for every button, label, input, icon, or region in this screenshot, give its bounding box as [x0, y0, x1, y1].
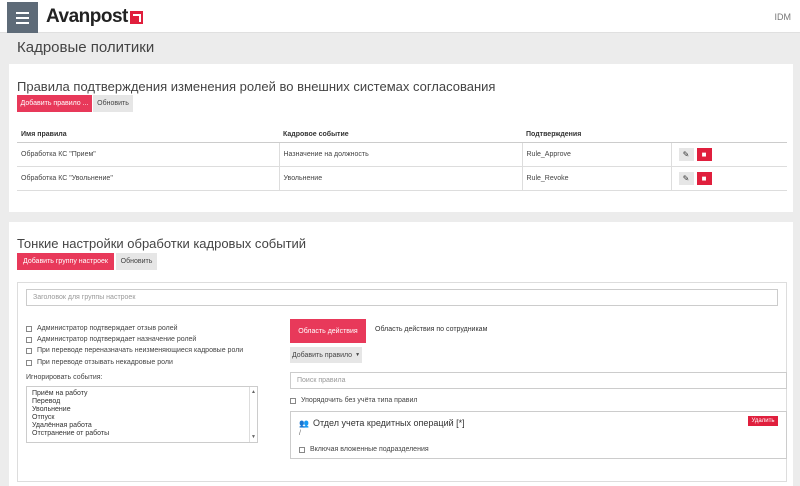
checkbox-icon[interactable] [26, 347, 32, 354]
scroll-down-icon[interactable]: ▼ [251, 433, 256, 441]
column-header-rule-name: Имя правила [17, 128, 279, 143]
checkbox-sort-without-rule-type[interactable]: Упорядочить без учёта типа правил [290, 397, 417, 404]
logo[interactable]: Avanpost [46, 6, 143, 28]
add-rule-dropdown[interactable]: Добавить правило ▼ [290, 347, 362, 363]
fine-settings-title: Тонкие настройки обработки кадровых собы… [17, 236, 307, 251]
approval-rules-card: Правила подтверждения изменения ролей во… [9, 64, 793, 212]
group-title-input[interactable]: Заголовок для группы настроек [26, 289, 778, 306]
checkbox-reassign-unchanged-roles[interactable]: При переводе переназначать неизменяющиес… [26, 347, 243, 354]
list-item[interactable]: Приём на работу [32, 390, 252, 398]
rule-name-cell: Обработка КС "Прием" [17, 142, 279, 167]
approval-cell: Rule_Revoke [521, 166, 671, 191]
menu-icon[interactable] [7, 2, 38, 33]
table-row: Обработка КС "Прием" Назначение на должн… [17, 142, 787, 167]
checkbox-label: Включая вложенные подразделения [310, 446, 429, 453]
delete-trash-icon[interactable]: ■ [696, 147, 712, 161]
list-item[interactable]: Увольнение [32, 406, 252, 414]
delete-trash-icon[interactable]: ■ [696, 171, 712, 185]
edit-pencil-icon[interactable]: ✎ [678, 171, 694, 185]
add-settings-group-button[interactable]: Добавить группу настроек [17, 253, 114, 270]
users-icon: 👥 [299, 418, 309, 428]
ignore-events-label: Игнорировать события: [26, 374, 103, 381]
department-name: Отдел учета кредитных операций [*] [312, 418, 465, 428]
rule-search-input[interactable]: Поиск правила [290, 372, 787, 389]
department-path: / [299, 430, 301, 437]
list-item[interactable]: Перевод [32, 398, 252, 406]
checkbox-include-nested-units[interactable]: Включая вложенные подразделения [299, 446, 429, 453]
checkbox-icon[interactable] [26, 336, 32, 343]
remove-department-button[interactable]: Удалить [748, 416, 778, 426]
app-name[interactable]: IDM [775, 12, 792, 22]
approval-cell: Rule_Approve [521, 142, 671, 167]
department-rule-card: 👥 Отдел учета кредитных операций [*] / У… [290, 411, 787, 459]
row-actions: ✎ ■ [670, 166, 787, 191]
add-rule-button[interactable]: Добавить правило ... [17, 95, 92, 112]
logo-text: Avanpost [46, 6, 128, 27]
list-item[interactable]: Удалённая работа [32, 422, 252, 430]
checkbox-label: Администратор подтверждает назначение ро… [37, 336, 197, 343]
top-bar: Avanpost IDM [0, 0, 800, 33]
add-rule-dropdown-label: Добавить правило [291, 351, 353, 359]
page-title: Кадровые политики [17, 39, 155, 56]
ignore-events-listbox[interactable]: Приём на работу Перевод Увольнение Отпус… [26, 386, 258, 443]
checkbox-revoke-non-hr-roles[interactable]: При переводе отзывать некадровые роли [26, 359, 173, 366]
checkbox-label: При переводе переназначать неизменяющиес… [37, 347, 244, 354]
checkbox-icon[interactable] [299, 446, 305, 453]
column-header-actions [671, 128, 787, 143]
checkbox-icon[interactable] [290, 397, 296, 404]
checkbox-label: При переводе отзывать некадровые роли [37, 359, 173, 366]
department-title: 👥 Отдел учета кредитных операций [*] [299, 418, 465, 428]
list-item[interactable]: Отстранение от работы [32, 430, 252, 438]
hr-event-cell: Назначение на должность [278, 142, 522, 167]
approval-rules-table: Имя правила Кадровое событие Подтвержден… [17, 128, 787, 191]
checkbox-admin-confirms-revoke[interactable]: Администратор подтверждает отзыв ролей [26, 325, 178, 332]
checkbox-label: Администратор подтверждает отзыв ролей [37, 325, 178, 332]
row-actions: ✎ ■ [670, 142, 787, 167]
column-header-approvals: Подтверждения [522, 128, 671, 143]
tab-scope[interactable]: Область действия [290, 319, 366, 343]
approval-rules-title: Правила подтверждения изменения ролей во… [17, 79, 496, 94]
list-item[interactable]: Отпуск [32, 414, 252, 422]
refresh-settings-button[interactable]: Обновить [116, 253, 157, 270]
checkbox-label: Упорядочить без учёта типа правил [301, 397, 418, 404]
checkbox-icon[interactable] [26, 359, 32, 366]
table-header-row: Имя правила Кадровое событие Подтвержден… [17, 128, 787, 143]
checkbox-icon[interactable] [26, 325, 32, 332]
checkbox-admin-confirms-assign[interactable]: Администратор подтверждает назначение ро… [26, 336, 196, 343]
fine-settings-card: Тонкие настройки обработки кадровых собы… [9, 222, 793, 486]
refresh-rules-button[interactable]: Обновить [93, 95, 133, 112]
hr-event-cell: Увольнение [278, 166, 522, 191]
tab-scope-by-employees[interactable]: Область действия по сотрудникам [375, 326, 487, 333]
table-row: Обработка КС "Увольнение" Увольнение Rul… [17, 166, 787, 191]
edit-pencil-icon[interactable]: ✎ [678, 147, 694, 161]
column-header-hr-event: Кадровое событие [279, 128, 522, 143]
rule-name-cell: Обработка КС "Увольнение" [17, 166, 279, 191]
caret-down-icon: ▼ [355, 352, 361, 358]
logo-mark-icon [129, 10, 143, 24]
scroll-up-icon[interactable]: ▲ [251, 388, 256, 396]
listbox-scrollbar[interactable]: ▲ ▼ [249, 387, 257, 442]
